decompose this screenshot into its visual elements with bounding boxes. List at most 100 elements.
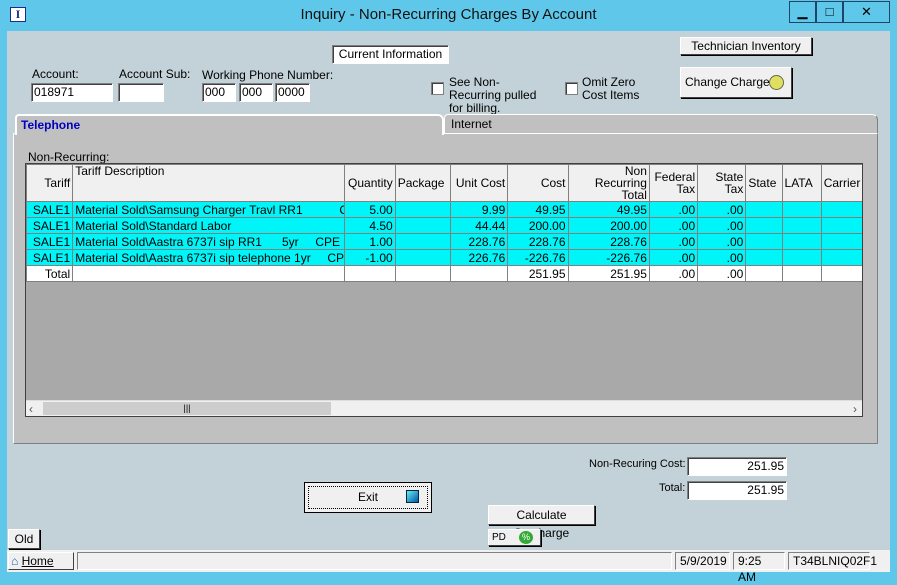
column-header[interactable]: State Tax [697,164,747,202]
table-cell [394,201,451,218]
column-header[interactable]: State [745,164,783,202]
phone-prefix-input[interactable]: 000 [239,83,273,102]
column-header[interactable]: Package [394,164,451,202]
tab-internet[interactable]: Internet [444,114,878,134]
table-cell: 9.99 [449,201,509,218]
nonrecurring-cost-field: 251.95 [687,457,787,476]
table-cell [820,217,862,234]
table-cell [343,265,396,282]
table-cell [72,265,345,282]
pd-label: PD [492,532,506,543]
table-cell [745,201,783,218]
account-input[interactable]: 018971 [31,83,113,102]
charges-grid: Tariff Tariff Description Quantity Package U… [25,163,863,417]
pd-percent-button[interactable]: PD% [488,529,541,546]
scrollbar-thumb[interactable]: ||| [43,402,331,415]
home-button[interactable]: ⌂ Home [8,552,74,570]
table-cell: Material Sold\Standard Labor [72,217,345,234]
column-header[interactable]: Quantity [343,164,396,202]
column-header[interactable]: Carrier [820,164,862,202]
column-header[interactable]: LATA [781,164,822,202]
table-cell: 200.00 [567,217,650,234]
table-cell: 251.95 [507,265,569,282]
table-cell [394,249,451,266]
table-cell: 228.76 [567,233,650,250]
table-cell: 228.76 [507,233,569,250]
table-cell: .00 [697,249,747,266]
table-cell: .00 [697,265,747,282]
grid-header-row: Tariff Tariff Description Quantity Package U… [26,164,862,202]
table-cell [820,233,862,250]
table-cell [394,233,451,250]
scroll-left-icon[interactable]: ‹ [29,402,33,416]
column-header[interactable]: Cost [507,164,569,202]
nonrecurring-cost-label: Non-Recuring Cost: [589,458,686,470]
column-header[interactable]: Tariff [26,164,74,202]
table-cell: Material Sold\Aastra 6737i sip RR1 5yr C… [72,233,345,250]
column-header[interactable]: Unit Cost [449,164,509,202]
table-cell: 49.95 [507,201,569,218]
table-cell: .00 [648,249,699,266]
nonrecurring-section-label: Non-Recurring: [28,150,110,164]
tab-telephone[interactable]: Telephone [15,114,444,135]
account-sub-label: Account Sub: [119,67,191,81]
phone-line-input[interactable]: 0000 [275,83,310,102]
table-cell: SALE1 [26,201,74,218]
table-cell: 200.00 [507,217,569,234]
table-cell [394,217,451,234]
table-cell: 44.44 [449,217,509,234]
omit-zero-checkbox[interactable] [565,82,578,95]
table-row[interactable]: SALE1 Material Sold\Aastra 6737i sip tele… [26,249,862,266]
technician-inventory-button[interactable]: Technician Inventory [680,37,812,55]
omit-zero-label: Omit Zero Cost Items [582,75,640,102]
account-sub-input[interactable] [118,83,164,102]
horizontal-scrollbar[interactable]: ‹ ||| › [26,400,862,416]
column-header[interactable]: Non Recurring Total [567,164,650,202]
column-header[interactable]: Federal Tax [648,164,699,202]
table-cell: -226.76 [507,249,569,266]
maximize-button[interactable]: □ [816,1,843,23]
table-cell [781,217,822,234]
account-label: Account: [32,67,79,81]
status-code: T34BLNIQ02F1 [788,552,877,570]
change-charges-button[interactable]: Change Charges [680,67,792,98]
table-cell: 49.95 [567,201,650,218]
table-cell [394,265,451,282]
table-cell: SALE1 [26,233,74,250]
table-row[interactable]: SALE1 Material Sold\Standard Labor 4.50 44.… [26,217,862,234]
table-row[interactable]: SALE1 Material Sold\Samsung Charger Travl… [26,201,862,218]
scroll-right-icon[interactable]: › [853,402,857,416]
calculate-surcharge-button[interactable]: Calculate Surcharge [488,505,595,540]
phone-area-input[interactable]: 000 [202,83,236,102]
total-label: Total: [659,482,686,494]
home-icon: ⌂ [11,554,19,568]
see-nonrecurring-checkbox[interactable] [431,82,444,95]
change-charges-label: Change Charges [685,75,776,89]
home-label: Home [21,554,54,568]
minimize-button[interactable]: ▁ [789,1,816,23]
status-time: 9:25 AM [733,552,785,584]
table-cell: 226.76 [449,249,509,266]
close-button[interactable]: ✕ [843,1,890,23]
exit-door-icon [406,490,419,503]
exit-label: Exit [357,490,378,504]
table-cell: .00 [697,201,747,218]
table-cell [781,249,822,266]
see-nonrecurring-label: See Non-Recurring pulled for billing. [449,75,537,115]
table-cell [820,201,862,218]
percent-icon: % [519,531,533,544]
column-header[interactable]: Tariff Description [72,164,345,202]
window: I Inquiry - Non-Recurring Charges By Acc… [0,0,897,584]
table-cell: .00 [648,201,699,218]
status-date: 5/9/2019 [675,552,730,570]
table-cell [820,249,862,266]
exit-button[interactable]: Exit [304,482,432,513]
table-cell [781,233,822,250]
table-row[interactable]: SALE1 Material Sold\Aastra 6737i sip RR1 … [26,233,862,250]
table-cell: 228.76 [449,233,509,250]
table-cell: .00 [697,217,747,234]
table-cell: 1.00 [343,233,396,250]
table-cell: .00 [648,217,699,234]
old-button[interactable]: Old [8,529,40,549]
total-row[interactable]: Total 251.95 251.95.00.00 [26,265,862,282]
